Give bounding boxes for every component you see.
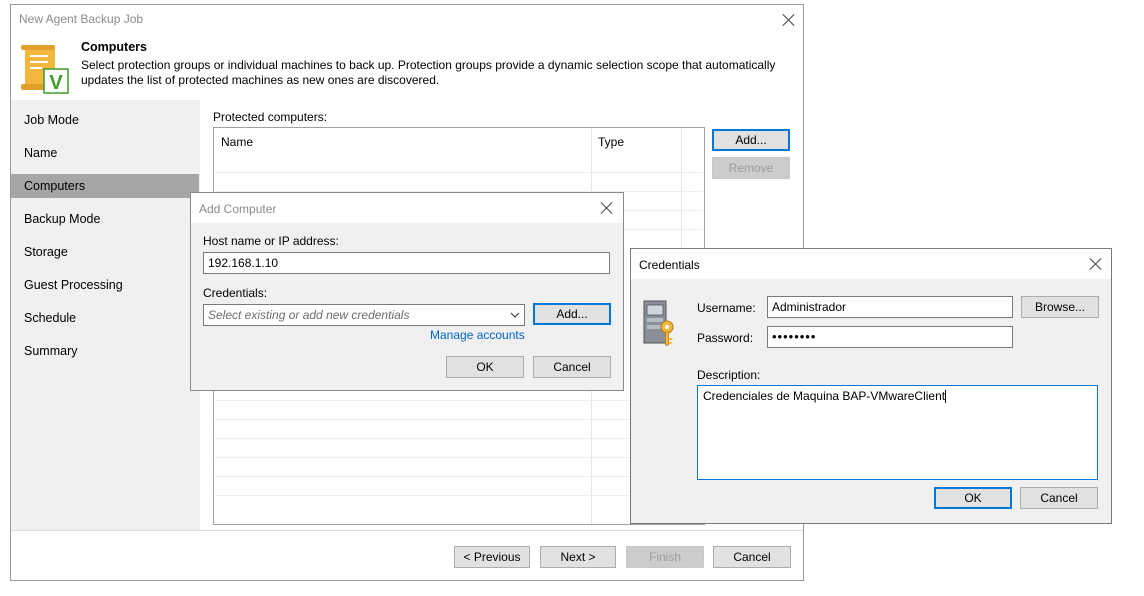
credentials-select[interactable]: Select existing or add new credentials [203,304,525,326]
remove-button[interactable]: Remove [712,157,790,179]
column-header-name[interactable]: Name [221,135,253,149]
add-computer-button[interactable]: Add... [712,129,790,151]
dialog-body: Username: Administrador Browse... Passwo… [631,279,1111,523]
dialog-title: Credentials [639,258,700,272]
next-button[interactable]: Next > [540,546,616,568]
manage-accounts-link[interactable]: Manage accounts [430,328,525,342]
grid-line [215,172,703,173]
sidebar-item-job-mode[interactable]: Job Mode [11,108,199,132]
sidebar-item-computers[interactable]: Computers [11,174,199,198]
sidebar-item-guest-processing[interactable]: Guest Processing [11,273,199,297]
host-label: Host name or IP address: [203,234,339,248]
chevron-down-icon[interactable] [510,305,520,325]
protected-computers-label: Protected computers: [213,110,328,124]
ok-button[interactable]: OK [934,487,1012,509]
page-description-line2: updates the list of protected machines a… [81,73,440,87]
username-input[interactable]: Administrador [767,296,1013,318]
dialog-body: Host name or IP address: 192.168.1.10 Cr… [191,223,623,390]
text-cursor [945,390,947,404]
page-description-line1: Select protection groups or individual m… [81,58,776,72]
add-computer-dialog: Add Computer Host name or IP address: 19… [190,192,624,391]
previous-button[interactable]: < Previous [454,546,530,568]
sidebar: Job Mode Name Computers Backup Mode Stor… [11,100,200,530]
add-credentials-button[interactable]: Add... [533,303,611,325]
finish-button[interactable]: Finish [626,546,704,568]
sidebar-item-schedule[interactable]: Schedule [11,306,199,330]
credentials-dialog: Credentials Username: Administrador Brow… [630,248,1112,524]
column-header-type[interactable]: Type [598,135,624,149]
host-input[interactable]: 192.168.1.10 [203,252,610,274]
close-icon[interactable] [782,13,796,27]
browse-button[interactable]: Browse... [1021,296,1099,318]
password-input[interactable]: •••••••• [767,326,1013,348]
page-title: Computers [81,40,147,54]
ok-button[interactable]: OK [446,356,524,378]
sidebar-item-backup-mode[interactable]: Backup Mode [11,207,199,231]
close-icon[interactable] [1089,257,1103,271]
window-title: New Agent Backup Job [19,12,144,26]
cancel-button[interactable]: Cancel [1020,487,1098,509]
credentials-key-icon [641,299,691,349]
sidebar-item-summary[interactable]: Summary [11,339,199,363]
dialog-title: Add Computer [199,202,277,216]
sidebar-item-name[interactable]: Name [11,141,199,165]
svg-text:V: V [49,72,63,94]
username-label: Username: [697,301,756,315]
password-label: Password: [697,331,754,345]
cancel-button[interactable]: Cancel [713,546,791,568]
close-icon[interactable] [600,201,614,215]
credentials-select-placeholder: Select existing or add new credentials [208,308,410,322]
description-text: Credenciales de Maquina BAP-VMwareClient [703,389,946,403]
credentials-label: Credentials: [203,286,268,300]
cancel-button[interactable]: Cancel [533,356,611,378]
job-scroll-icon: V [17,43,73,95]
sidebar-item-storage[interactable]: Storage [11,240,199,264]
footer-separator [11,530,803,531]
description-textarea[interactable]: Credenciales de Maquina BAP-VMwareClient [697,385,1098,480]
description-label: Description: [697,368,761,382]
